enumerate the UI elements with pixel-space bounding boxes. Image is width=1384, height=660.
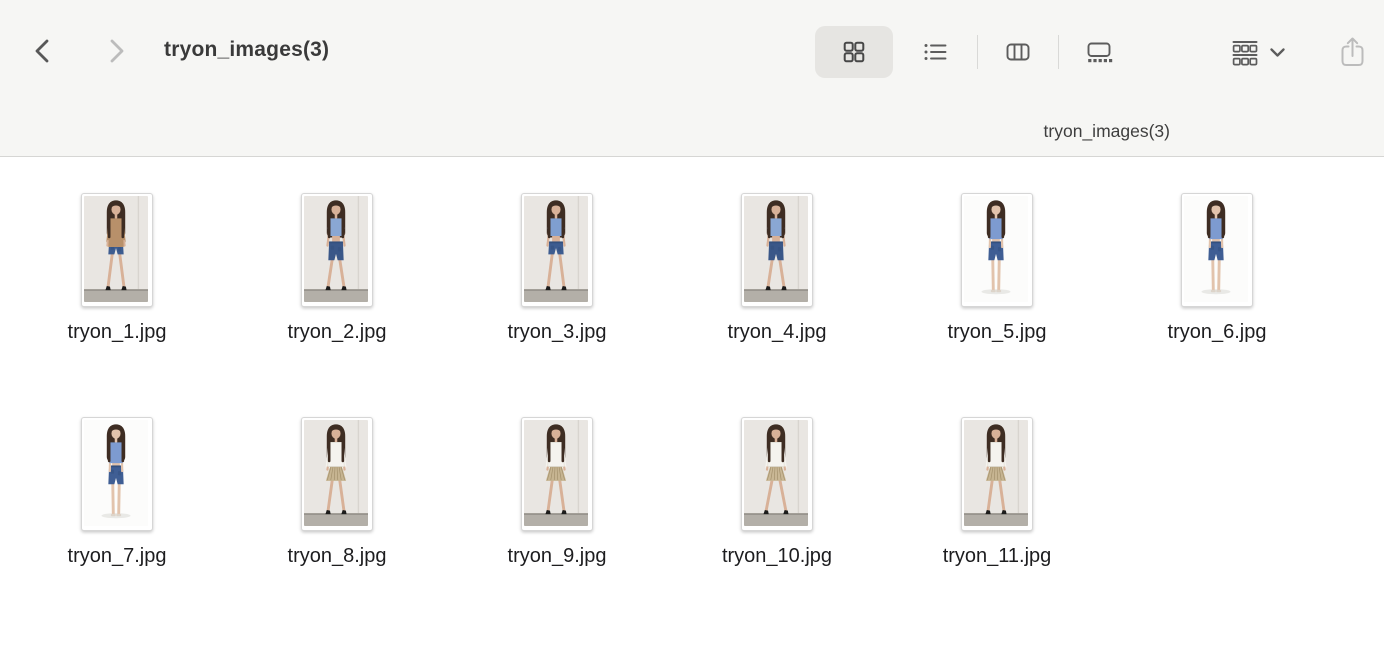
pathbar-folder-label: tryon_images(3) xyxy=(1044,121,1170,142)
list-view-icon xyxy=(921,38,949,66)
file-thumbnail xyxy=(301,417,373,531)
file-thumbnail xyxy=(741,193,813,307)
toolbar: tryon_images(3) xyxy=(0,0,1384,157)
file-name: tryon_3.jpg xyxy=(508,321,607,344)
file-grid: tryon_1.jpg tryon_2.jpg tryon_3.jpg tryo… xyxy=(0,157,1384,660)
chevron-down-icon xyxy=(1269,47,1286,58)
file-name: tryon_4.jpg xyxy=(728,321,827,344)
finder-window: tryon_images(3) xyxy=(0,0,1384,660)
grid-view-icon xyxy=(840,38,868,66)
file-item-6[interactable]: tryon_6.jpg xyxy=(1107,193,1327,417)
view-mode-switcher xyxy=(815,26,1139,78)
column-view-button[interactable] xyxy=(978,26,1058,78)
file-name: tryon_10.jpg xyxy=(722,545,832,568)
file-name: tryon_5.jpg xyxy=(948,321,1047,344)
file-name: tryon_1.jpg xyxy=(68,321,167,344)
file-item-2[interactable]: tryon_2.jpg xyxy=(227,193,447,417)
window-title: tryon_images(3) xyxy=(164,38,329,62)
file-thumbnail xyxy=(301,193,373,307)
forward-button[interactable] xyxy=(98,33,134,69)
file-thumbnail xyxy=(521,417,593,531)
gallery-view-button[interactable] xyxy=(1059,26,1139,78)
file-thumbnail xyxy=(521,193,593,307)
file-item-7[interactable]: tryon_7.jpg xyxy=(7,417,227,641)
file-item-5[interactable]: tryon_5.jpg xyxy=(887,193,1107,417)
file-name: tryon_6.jpg xyxy=(1168,321,1267,344)
file-item-4[interactable]: tryon_4.jpg xyxy=(667,193,887,417)
file-thumbnail xyxy=(741,417,813,531)
share-icon xyxy=(1337,35,1368,70)
file-thumbnail xyxy=(961,193,1033,307)
file-thumbnail xyxy=(1181,193,1253,307)
file-name: tryon_8.jpg xyxy=(288,545,387,568)
file-name: tryon_11.jpg xyxy=(943,545,1052,568)
file-thumbnail xyxy=(81,193,153,307)
file-item-1[interactable]: tryon_1.jpg xyxy=(7,193,227,417)
file-thumbnail xyxy=(961,417,1033,531)
gallery-view-icon xyxy=(1085,38,1113,66)
list-view-button[interactable] xyxy=(893,26,977,78)
file-thumbnail xyxy=(81,417,153,531)
grid-view-button[interactable] xyxy=(815,26,893,78)
file-item-10[interactable]: tryon_10.jpg xyxy=(667,417,887,641)
chevron-left-icon xyxy=(31,37,55,65)
file-name: tryon_9.jpg xyxy=(508,545,607,568)
back-button[interactable] xyxy=(25,33,61,69)
column-view-icon xyxy=(1004,38,1032,66)
file-name: tryon_2.jpg xyxy=(288,321,387,344)
file-item-11[interactable]: tryon_11.jpg xyxy=(887,417,1107,641)
file-name: tryon_7.jpg xyxy=(68,545,167,568)
share-button[interactable] xyxy=(1328,27,1376,77)
file-item-9[interactable]: tryon_9.jpg xyxy=(447,417,667,641)
group-by-icon xyxy=(1230,39,1260,66)
group-by-button[interactable] xyxy=(1212,30,1304,74)
chevron-right-icon xyxy=(104,37,128,65)
file-item-8[interactable]: tryon_8.jpg xyxy=(227,417,447,641)
file-item-3[interactable]: tryon_3.jpg xyxy=(447,193,667,417)
